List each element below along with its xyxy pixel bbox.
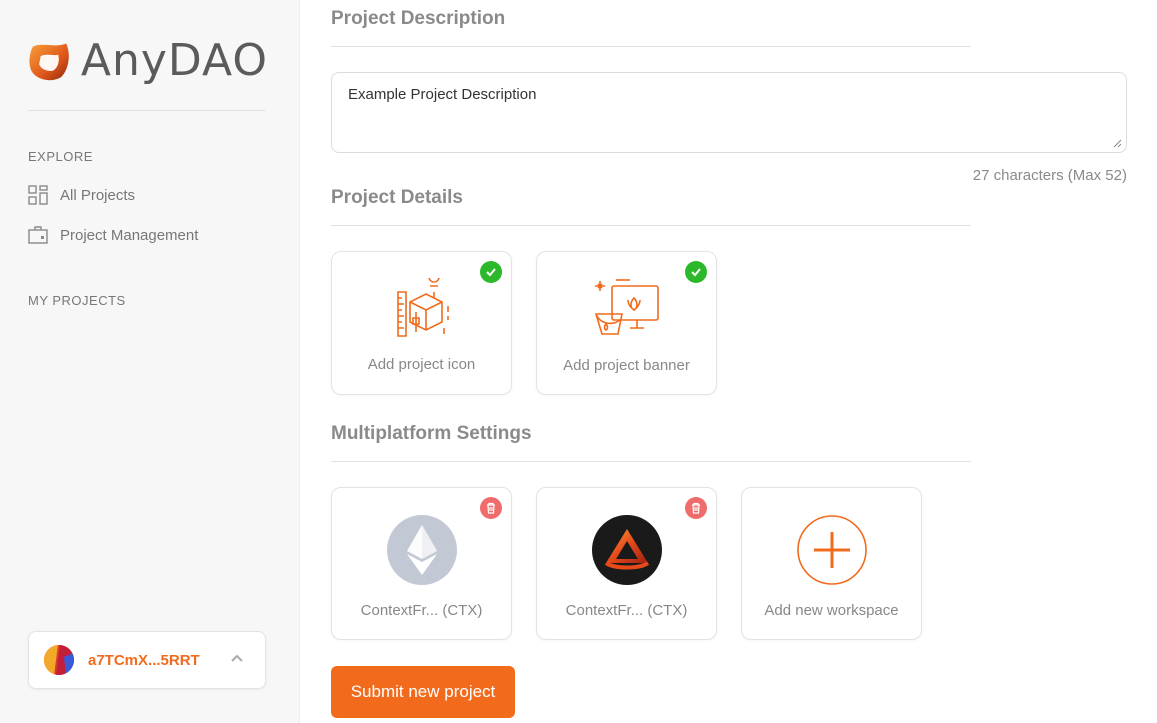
anydao-token-icon (592, 515, 662, 585)
trash-icon[interactable] (480, 497, 502, 519)
sidebar-item-label: Project Management (60, 226, 199, 244)
section-divider (331, 461, 971, 462)
sidebar-divider (28, 110, 266, 111)
plus-icon (797, 515, 867, 585)
section-title-description: Project Description (331, 8, 506, 29)
explore-heading: EXPLORE (28, 149, 93, 164)
character-count: 27 characters (Max 52) (972, 167, 1127, 184)
wallet-avatar (44, 645, 74, 675)
trash-icon[interactable] (685, 497, 707, 519)
card-label: ContextFr... (CTX) (565, 602, 688, 619)
project-description-textarea[interactable]: Example Project Description (331, 72, 1127, 153)
card-label: Add new workspace (764, 602, 899, 619)
chevron-up-icon[interactable] (229, 650, 245, 666)
anydao-logo[interactable]: AnyDAO (28, 33, 268, 88)
grid-icon (28, 185, 48, 205)
ethereum-logo-icon (387, 515, 457, 585)
section-title-multiplatform: Multiplatform Settings (331, 423, 532, 444)
anydao-logo-mark (29, 43, 69, 80)
image-banner-icon (594, 279, 659, 335)
sidebar-item-project-management[interactable]: Project Management (28, 225, 198, 245)
add-project-icon-card[interactable]: Add project icon (331, 251, 512, 395)
briefcase-icon (28, 226, 48, 244)
check-icon (685, 261, 707, 283)
section-divider (331, 225, 971, 226)
sidebar-item-all-projects[interactable]: All Projects (28, 185, 135, 205)
logo-text: AnyDAO (80, 35, 268, 86)
sidebar: AnyDAO EXPLORE All Projects Project Mana… (0, 0, 300, 723)
section-title-details: Project Details (331, 187, 463, 208)
check-icon (480, 261, 502, 283)
card-label: Add project icon (367, 356, 476, 373)
wallet-address: a7TCmX...5RRT (88, 651, 200, 669)
card-label: Add project banner (563, 357, 690, 374)
my-projects-heading: MY PROJECTS (28, 293, 126, 308)
cube-paintbrush-icon (397, 278, 449, 337)
workspace-card-ethereum[interactable]: ContextFr... (CTX) (331, 487, 512, 640)
resize-handle-icon[interactable] (1113, 139, 1122, 148)
section-divider (331, 46, 971, 47)
card-label: ContextFr... (CTX) (360, 602, 483, 619)
workspace-card-anydao[interactable]: ContextFr... (CTX) (536, 487, 717, 640)
sidebar-item-label: All Projects (60, 186, 136, 204)
add-workspace-card[interactable]: Add new workspace (741, 487, 922, 640)
submit-new-project-button[interactable]: Submit new project (331, 666, 515, 718)
add-project-banner-card[interactable]: Add project banner (536, 251, 717, 395)
wallet-selector[interactable]: a7TCmX...5RRT (28, 631, 266, 689)
project-description-value: Example Project Description (348, 86, 537, 103)
